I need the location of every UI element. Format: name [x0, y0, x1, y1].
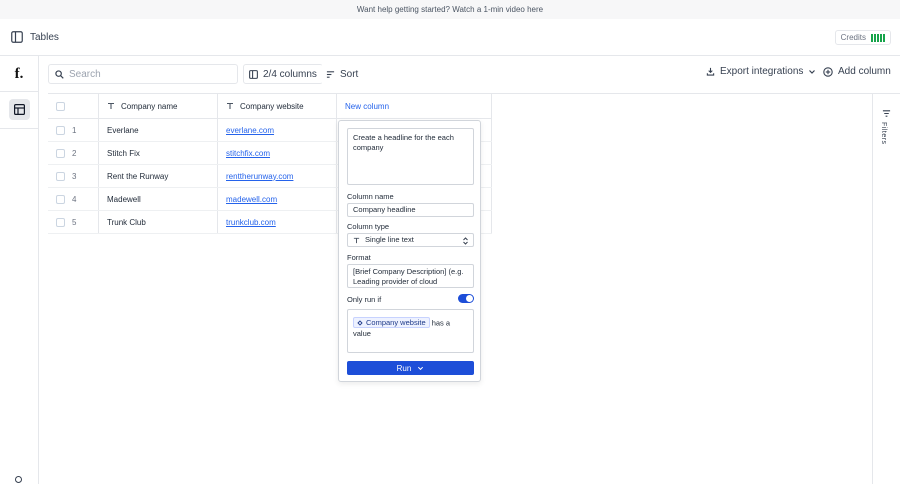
sort-icon	[326, 70, 335, 78]
columns-icon	[249, 69, 258, 79]
company-name-cell[interactable]: Stitch Fix	[107, 142, 140, 164]
prompt-textarea[interactable]: Create a headline for the each company	[347, 128, 474, 185]
run-button[interactable]: Run	[347, 361, 474, 375]
select-arrows-icon	[463, 237, 468, 245]
column-name-input[interactable]: Company headline	[347, 203, 474, 217]
column-type-label: Column type	[347, 222, 390, 231]
only-run-if-label: Only run if	[347, 295, 382, 304]
run-condition-box[interactable]: Company website has a value	[347, 309, 474, 353]
page-title: Tables	[30, 31, 59, 43]
website-link[interactable]: madewell.com	[226, 195, 277, 204]
company-name-cell[interactable]: Everlane	[107, 119, 139, 141]
website-link[interactable]: trunkclub.com	[226, 218, 276, 227]
company-website-cell[interactable]: trunkclub.com	[226, 211, 276, 233]
column-name-label: Column name	[347, 192, 394, 201]
company-website-cell[interactable]: renttherunway.com	[226, 165, 293, 187]
row-number: 3	[72, 171, 77, 181]
add-column-label: Add column	[838, 66, 891, 77]
row-number: 1	[72, 125, 77, 135]
only-run-if-toggle[interactable]	[458, 294, 474, 303]
export-label: Export integrations	[720, 66, 804, 77]
sort-label: Sort	[340, 68, 359, 80]
column-header-label: Company website	[240, 101, 304, 111]
columns-button[interactable]: 2/4 columns	[243, 64, 323, 84]
column-header-new-column[interactable]: New column	[345, 94, 389, 118]
company-website-cell[interactable]: madewell.com	[226, 188, 277, 210]
website-link[interactable]: stitchfix.com	[226, 149, 270, 158]
app-logo[interactable]: f.	[10, 65, 28, 83]
credits-label: Credits	[840, 33, 866, 42]
row-checkbox[interactable]	[56, 142, 65, 164]
company-website-cell[interactable]: stitchfix.com	[226, 142, 270, 164]
column-header-company-website[interactable]: Company website	[226, 94, 304, 118]
export-icon	[706, 67, 715, 76]
column-header-label: New column	[345, 101, 390, 111]
company-website-cell[interactable]: everlane.com	[226, 119, 274, 141]
website-link[interactable]: renttherunway.com	[226, 172, 293, 181]
search-input[interactable]	[69, 68, 229, 80]
filters-panel-toggle[interactable]: Filters	[872, 93, 900, 484]
chevron-down-icon	[809, 69, 816, 74]
add-column-button[interactable]: Add column	[823, 66, 891, 77]
new-column-popover: Create a headline for the each company C…	[338, 120, 481, 382]
row-number: 5	[72, 217, 77, 227]
condition-field-chip[interactable]: Company website	[353, 317, 430, 328]
help-banner-text[interactable]: Want help getting started? Watch a 1-min…	[357, 5, 543, 14]
export-integrations-button[interactable]: Export integrations	[706, 66, 816, 77]
format-label: Format	[347, 253, 371, 262]
company-name-cell[interactable]: Madewell	[107, 188, 141, 210]
credits-meter-icon	[871, 33, 885, 42]
row-checkbox[interactable]	[56, 211, 65, 233]
company-name-cell[interactable]: Trunk Club	[107, 211, 146, 233]
search-box[interactable]	[48, 64, 238, 84]
top-bar: Tables Credits	[0, 19, 900, 56]
row-number: 4	[72, 194, 77, 204]
text-field-icon	[353, 237, 360, 243]
filter-icon	[882, 110, 891, 117]
row-checkbox[interactable]	[56, 188, 65, 210]
row-checkbox[interactable]	[56, 165, 65, 187]
column-type-value: Single line text	[365, 235, 414, 244]
help-banner[interactable]: Want help getting started? Watch a 1-min…	[0, 0, 900, 19]
filters-label: Filters	[880, 122, 887, 145]
search-icon	[55, 69, 64, 79]
table-icon	[14, 104, 25, 115]
website-link[interactable]: everlane.com	[226, 126, 274, 135]
column-header-company-name[interactable]: Company name	[107, 94, 177, 118]
column-type-select[interactable]: Single line text	[347, 233, 474, 247]
rail-item-tables[interactable]	[9, 99, 30, 120]
help-icon[interactable]	[15, 476, 22, 483]
column-header-label: Company name	[121, 101, 178, 111]
row-checkbox[interactable]	[56, 119, 65, 141]
add-icon	[823, 66, 833, 77]
text-field-icon	[227, 102, 233, 109]
row-number: 2	[72, 148, 77, 158]
company-name-cell[interactable]: Rent the Runway	[107, 165, 168, 187]
columns-label: 2/4 columns	[263, 68, 317, 80]
condition-field-label: Company website	[366, 317, 426, 327]
credits-badge[interactable]: Credits	[834, 30, 891, 45]
format-textarea[interactable]: [Brief Company Description] (e.g. Leadin…	[347, 264, 474, 288]
text-field-icon	[108, 102, 114, 109]
run-label: Run	[396, 363, 412, 373]
left-rail: f.	[0, 56, 39, 484]
chevron-down-icon	[418, 366, 424, 370]
sort-button[interactable]: Sort	[321, 64, 364, 84]
table-icon	[11, 31, 23, 43]
select-all-checkbox[interactable]	[56, 94, 65, 118]
link-icon	[357, 319, 363, 326]
table-header-row: Company name Company website New column	[48, 94, 492, 119]
